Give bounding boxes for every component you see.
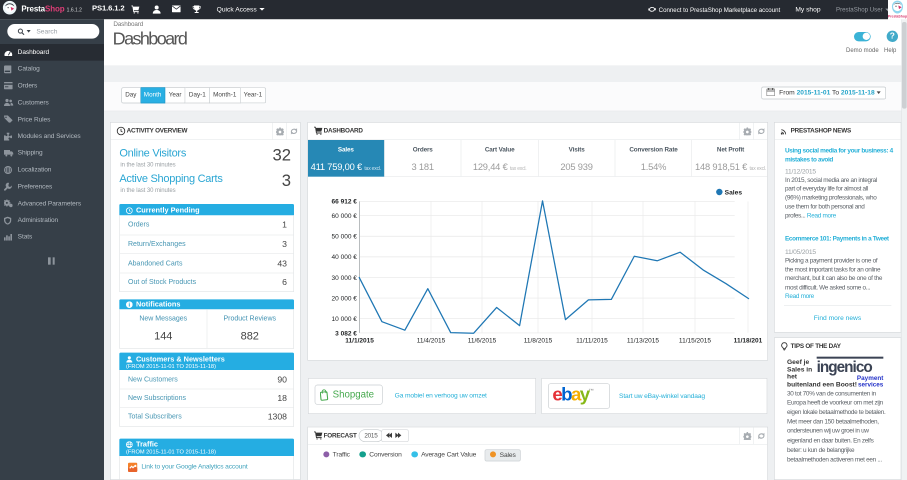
svg-text:3 082 €: 3 082 € [335, 330, 357, 337]
svg-text:11/1/2015: 11/1/2015 [345, 337, 374, 344]
svg-text:11/6/2015: 11/6/2015 [467, 337, 496, 344]
svg-text:30 000 €: 30 000 € [331, 275, 357, 282]
svg-text:Sales: Sales [724, 190, 742, 197]
svg-text:PrestaShop: PrestaShop [888, 14, 907, 18]
svg-text:11/8/2015: 11/8/2015 [523, 337, 552, 344]
svg-text:50 000 €: 50 000 € [331, 234, 357, 241]
svg-text:11/15/2015: 11/15/2015 [679, 337, 712, 344]
svg-text:40 000 €: 40 000 € [331, 254, 357, 261]
svg-text:11/13/2015: 11/13/2015 [627, 337, 660, 344]
svg-text:11/11/2015: 11/11/2015 [576, 337, 608, 344]
svg-text:11/4/2015: 11/4/2015 [416, 337, 445, 344]
svg-text:11/18/201: 11/18/201 [733, 337, 762, 344]
svg-text:20 000 €: 20 000 € [331, 295, 357, 302]
svg-text:60 000 €: 60 000 € [331, 213, 357, 220]
svg-text:66 912 €: 66 912 € [331, 199, 357, 206]
svg-text:10 000 €: 10 000 € [331, 316, 357, 323]
